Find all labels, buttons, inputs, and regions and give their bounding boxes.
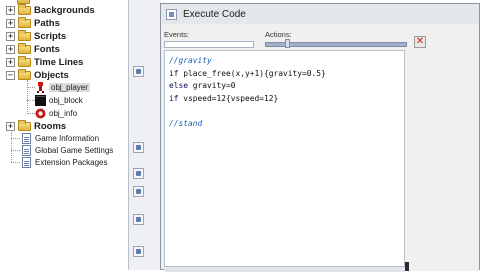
tree-connector: [27, 100, 35, 101]
code-token: if: [169, 68, 179, 78]
actions-slider-thumb[interactable]: [285, 39, 290, 48]
tree-connector: [11, 150, 20, 151]
expand-plus-icon[interactable]: +: [6, 57, 15, 67]
panel-button[interactable]: [133, 246, 144, 257]
info-sprite-icon: [35, 108, 46, 119]
tree-folder-label: Rooms: [34, 120, 67, 132]
folder-icon: [18, 29, 31, 41]
folder-icon: [18, 68, 31, 80]
object-editor-panel: [128, 0, 161, 270]
tree-folder-label: Objects: [34, 69, 69, 81]
execute-code-window: Execute Code Events: Actions: ✕ //gravit…: [160, 3, 480, 272]
document-icon: [22, 144, 31, 156]
tree-connector: [27, 113, 35, 114]
tree-item-label: Game Information: [35, 133, 100, 143]
tree-folder-scripts[interactable]: + Scripts: [6, 29, 67, 42]
actions-label: Actions:: [265, 30, 292, 39]
tree-object-label: obj_block: [49, 95, 83, 105]
code-editor[interactable]: //gravity if place_free(x,y+1){gravity=0.…: [164, 50, 405, 268]
tree-object-label: obj_player: [49, 82, 90, 92]
tree-folder-label: Scripts: [34, 30, 67, 42]
panel-button-icon: [136, 249, 141, 254]
panel-button-icon: [136, 189, 141, 194]
tree-folder-fonts[interactable]: + Fonts: [6, 42, 60, 55]
window-title: Execute Code: [183, 8, 246, 20]
panel-button-icon: [136, 69, 141, 74]
tree-item-global-game-settings[interactable]: Global Game Settings: [22, 144, 113, 156]
tree-folder-rooms[interactable]: + Rooms: [6, 119, 67, 132]
folder-icon: [17, 0, 30, 4]
code-token: else: [169, 81, 189, 90]
tree-folder-label: Paths: [34, 17, 60, 29]
tree-object-label: obj_info: [49, 108, 78, 118]
code-token: place_free(x,y+1){gravity=0.5}: [178, 68, 326, 78]
expand-plus-icon[interactable]: +: [6, 121, 15, 131]
panel-button[interactable]: [133, 214, 144, 225]
tree-folder-label: Fonts: [34, 43, 60, 55]
block-sprite-icon: [35, 94, 46, 106]
code-token: if: [169, 93, 179, 103]
panel-button[interactable]: [133, 66, 144, 77]
code-token: vspeed=12{vspeed=12}: [178, 93, 279, 103]
tree-connector: [11, 132, 12, 162]
folder-icon: [18, 55, 31, 67]
code-line: if vspeed=12{vspeed=12}: [169, 94, 278, 103]
panel-button[interactable]: [133, 142, 144, 153]
tree-folder-time-lines[interactable]: + Time Lines: [6, 55, 84, 68]
expand-plus-icon[interactable]: +: [6, 18, 15, 28]
window-titlebar[interactable]: Execute Code: [161, 4, 479, 25]
folder-icon: [18, 16, 31, 28]
code-toolbar: Events: Actions: ✕: [161, 24, 479, 50]
tree-item-game-information[interactable]: Game Information: [22, 132, 99, 144]
document-icon: [22, 156, 31, 168]
tree-item-label: Extension Packages: [35, 157, 108, 167]
code-window-side-area: [405, 50, 479, 271]
tree-connector: [27, 87, 35, 88]
panel-button[interactable]: [133, 186, 144, 197]
tree-object-obj-player[interactable]: obj_player: [35, 81, 90, 93]
code-token: //gravity: [169, 56, 212, 65]
folder-icon: [18, 42, 31, 54]
tree-object-obj-block[interactable]: obj_block: [35, 94, 83, 106]
panel-button-icon: [136, 145, 141, 150]
expand-plus-icon[interactable]: +: [6, 5, 15, 15]
tree-folder-label: Time Lines: [34, 56, 84, 68]
folder-icon: [18, 119, 31, 131]
code-line: //gravity: [169, 56, 212, 65]
horizontal-scrollbar[interactable]: [164, 266, 405, 272]
code-token: //stand: [169, 118, 203, 128]
expand-plus-icon[interactable]: +: [6, 31, 15, 41]
tree-connector: [27, 80, 28, 114]
player-sprite-icon: [35, 81, 46, 93]
tree-object-obj-info[interactable]: obj_info: [35, 107, 77, 119]
tree-connector: [11, 138, 20, 139]
tree-folder-backgrounds[interactable]: + Backgrounds: [6, 3, 95, 16]
resource-tree: + Backgrounds + Paths + Scripts + Fonts …: [0, 0, 128, 270]
panel-button[interactable]: [133, 168, 144, 179]
events-field[interactable]: [164, 41, 254, 48]
panel-button-icon: [136, 217, 141, 222]
tree-folder-objects[interactable]: − Objects: [6, 68, 69, 81]
tree-folder-paths[interactable]: + Paths: [6, 16, 60, 29]
code-token: gravity=0: [188, 81, 236, 90]
collapse-minus-icon[interactable]: −: [6, 70, 15, 80]
folder-icon: [18, 3, 31, 15]
panel-button-icon: [136, 171, 141, 176]
code-line: if place_free(x,y+1){gravity=0.5}: [169, 69, 326, 78]
document-icon: [22, 132, 31, 144]
tree-connector: [11, 162, 20, 163]
tree-item-label: Global Game Settings: [35, 145, 114, 155]
code-line: else gravity=0: [169, 81, 236, 90]
code-window-icon: [166, 8, 177, 20]
tree-folder-label: Backgrounds: [34, 4, 95, 16]
expand-plus-icon[interactable]: +: [6, 44, 15, 54]
close-window-button[interactable]: ✕: [414, 36, 426, 48]
code-line: //stand: [169, 119, 202, 128]
tree-item-extension-packages[interactable]: Extension Packages: [22, 156, 108, 168]
events-label: Events:: [164, 30, 190, 39]
close-icon: ✕: [415, 36, 425, 47]
